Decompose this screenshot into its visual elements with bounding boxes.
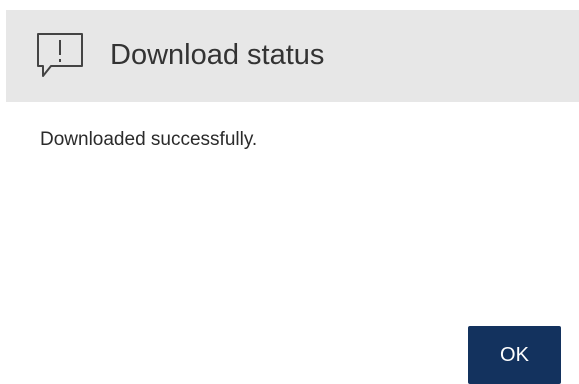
alert-speech-bubble-icon xyxy=(34,31,86,81)
dialog-message: Downloaded successfully. xyxy=(40,129,258,150)
download-status-dialog: Download status Downloaded successfully.… xyxy=(6,10,579,384)
background-sliver xyxy=(0,0,579,10)
dialog-header: Download status xyxy=(6,10,579,102)
ok-button[interactable]: OK xyxy=(468,326,561,384)
screen: Download status Downloaded successfully.… xyxy=(0,0,579,384)
dialog-title: Download status xyxy=(110,39,325,71)
